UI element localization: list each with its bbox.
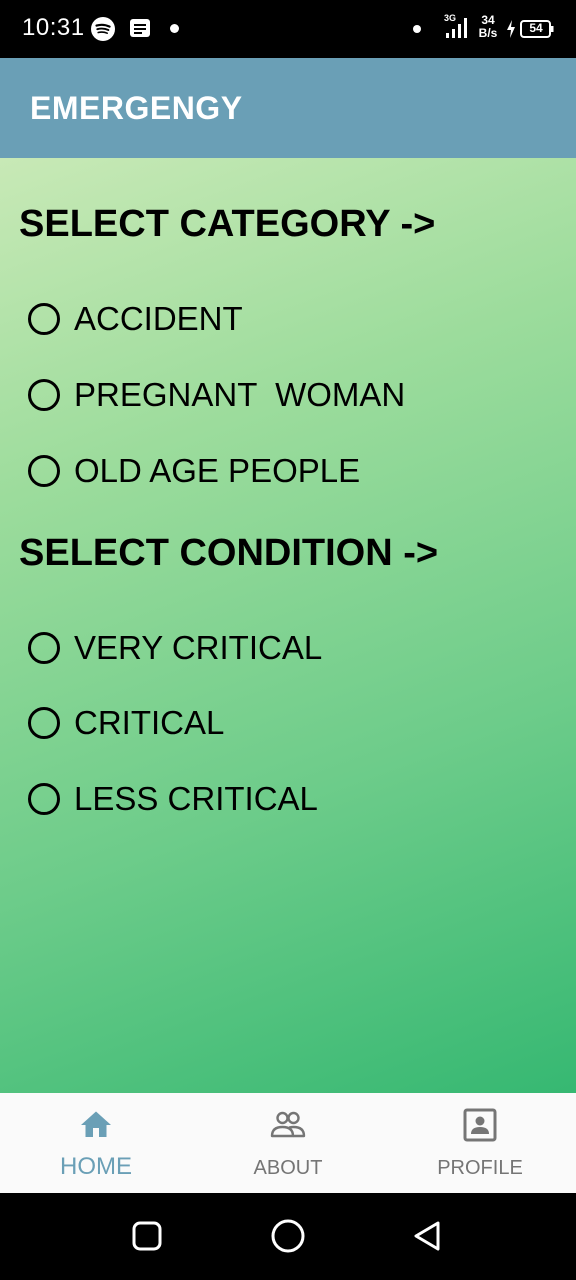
radio-pregnant-woman[interactable]: PREGNANT WOMAN <box>28 375 405 415</box>
radio-button[interactable] <box>28 707 60 739</box>
nav-label: PROFILE <box>437 1157 523 1179</box>
nav-about[interactable]: ABOUT <box>192 1093 384 1193</box>
notification-dot-icon <box>170 24 179 33</box>
condition-heading: SELECT CONDITION -> <box>19 532 439 574</box>
radio-label: VERY CRITICAL <box>74 629 323 666</box>
group-icon <box>270 1111 306 1138</box>
radio-accident[interactable]: ACCIDENT <box>28 299 243 339</box>
radio-label: ACCIDENT <box>74 300 243 337</box>
nav-profile[interactable]: PROFILE <box>384 1093 576 1193</box>
radio-button[interactable] <box>28 379 60 411</box>
radio-less-critical[interactable]: LESS CRITICAL <box>28 779 318 819</box>
nav-label: HOME <box>60 1153 132 1180</box>
radio-critical[interactable]: CRITICAL <box>28 703 224 743</box>
battery-level: 54 <box>529 21 543 35</box>
home-circle-icon[interactable] <box>270 1218 306 1254</box>
network-speed: 34 B/s <box>476 14 500 40</box>
message-icon <box>130 19 150 37</box>
home-icon <box>81 1111 111 1137</box>
nav-label: ABOUT <box>253 1157 323 1179</box>
radio-label: CRITICAL <box>74 704 225 741</box>
signal-icon <box>446 18 467 38</box>
page-title: EMERGENGY <box>30 90 243 126</box>
charging-icon <box>507 20 515 38</box>
nav-home[interactable]: HOME <box>0 1093 192 1193</box>
bottom-nav: HOME ABOUT PROFILE <box>0 1093 576 1193</box>
radio-label: OLD AGE PEOPLE <box>74 452 361 489</box>
status-bar: 10:31 3G 34 B/s 54 <box>0 0 576 58</box>
radio-button[interactable] <box>28 783 60 815</box>
profile-icon <box>463 1108 497 1142</box>
back-icon[interactable] <box>410 1219 444 1253</box>
radio-button[interactable] <box>28 632 60 664</box>
radio-button[interactable] <box>28 303 60 335</box>
radio-old-age-people[interactable]: OLD AGE PEOPLE <box>28 451 360 491</box>
spotify-icon <box>91 17 115 41</box>
app-bar: EMERGENGY <box>0 58 576 158</box>
status-dot-icon <box>413 25 421 33</box>
category-heading: SELECT CATEGORY -> <box>19 203 436 245</box>
radio-very-critical[interactable]: VERY CRITICAL <box>28 628 322 668</box>
recents-icon[interactable] <box>131 1220 163 1252</box>
system-nav-bar <box>0 1193 576 1280</box>
main-content: SELECT CATEGORY -> ACCIDENT PREGNANT WOM… <box>0 158 576 1093</box>
radio-label: LESS CRITICAL <box>74 780 318 817</box>
radio-button[interactable] <box>28 455 60 487</box>
status-time: 10:31 <box>22 14 85 41</box>
network-speed-unit: B/s <box>478 26 498 40</box>
radio-label: PREGNANT WOMAN <box>74 376 406 413</box>
